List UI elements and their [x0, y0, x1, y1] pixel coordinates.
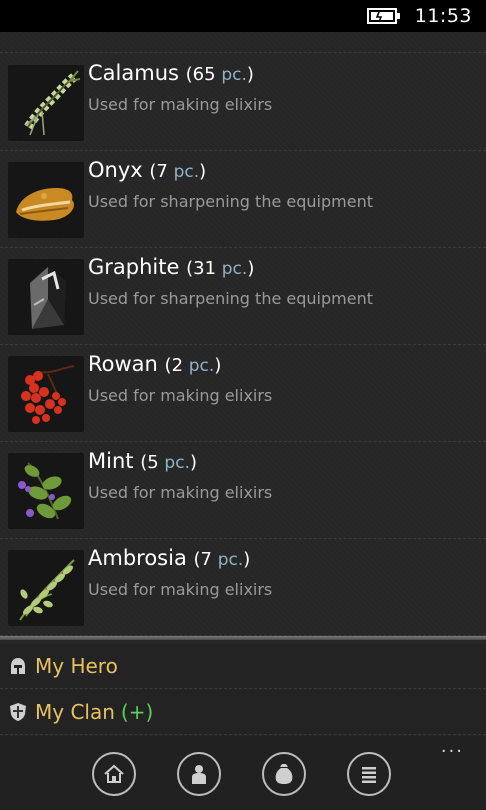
- item-name: Rowan: [88, 352, 158, 376]
- item-count: 7: [200, 549, 212, 570]
- menu-my-clan-badge: (+): [120, 700, 154, 724]
- app-bar: ...: [0, 736, 486, 810]
- more-options-button[interactable]: ...: [441, 738, 464, 756]
- menu-button[interactable]: [347, 752, 391, 796]
- hero-button[interactable]: [177, 752, 221, 796]
- item-description: Used for sharpening the equipment: [88, 192, 373, 211]
- ambrosia-icon: [8, 550, 84, 626]
- onyx-icon: [8, 162, 84, 238]
- person-icon: [192, 765, 206, 784]
- inventory-list: Calamus (65 pc.) Used for making elixirs…: [0, 32, 486, 636]
- item-description: Used for making elixirs: [88, 95, 273, 114]
- rowan-icon: [8, 356, 84, 432]
- section-separator: [0, 636, 486, 640]
- item-unit: pc.: [217, 550, 244, 570]
- item-description: Used for sharpening the equipment: [88, 289, 373, 308]
- list-item-rowan[interactable]: Rowan (2 pc.) Used for making elixirs: [0, 344, 486, 442]
- item-count-wrapper: (5 pc.): [140, 452, 197, 473]
- item-count-wrapper: (7 pc.): [149, 161, 207, 182]
- menu-my-clan[interactable]: My Clan (+): [0, 690, 486, 735]
- item-count: 7: [156, 161, 168, 182]
- item-count-wrapper: (31 pc.): [186, 258, 255, 279]
- item-count-wrapper: (7 pc.): [193, 549, 251, 570]
- helmet-icon: [11, 658, 25, 674]
- item-name: Graphite: [88, 255, 180, 279]
- item-unit: pc.: [221, 65, 247, 85]
- calamus-icon: [8, 65, 84, 141]
- bag-icon: [275, 764, 293, 784]
- item-name: Mint: [88, 449, 134, 473]
- item-description: Used for making elixirs: [88, 483, 273, 502]
- list-item-calamus[interactable]: Calamus (65 pc.) Used for making elixirs: [0, 53, 486, 151]
- home-button[interactable]: [92, 752, 136, 796]
- status-time: 11:53: [414, 5, 472, 27]
- item-unit: pc.: [188, 356, 215, 376]
- item-count: 2: [171, 355, 184, 376]
- item-count-wrapper: (2 pc.): [164, 355, 222, 376]
- item-count-wrapper: (65 pc.): [185, 64, 254, 85]
- bag-button[interactable]: [262, 752, 306, 796]
- home-icon: [104, 764, 124, 783]
- mint-icon: [8, 453, 84, 529]
- item-count: 5: [147, 452, 159, 473]
- graphite-icon: [8, 259, 84, 335]
- status-bar: 11:53: [0, 0, 486, 32]
- item-unit: pc.: [164, 453, 190, 473]
- list-item-graphite[interactable]: Graphite (31 pc.) Used for sharpening th…: [0, 247, 486, 345]
- item-unit: pc.: [221, 259, 248, 279]
- item-name: Calamus: [88, 61, 179, 85]
- list-item-ambrosia[interactable]: Ambrosia (7 pc.) Used for making elixirs: [0, 538, 486, 636]
- item-description: Used for making elixirs: [88, 580, 273, 599]
- menu-my-clan-label: My Clan: [35, 700, 115, 724]
- list-item-onyx[interactable]: Onyx (7 pc.) Used for sharpening the equ…: [0, 150, 486, 248]
- battery-charging-icon: [366, 8, 401, 24]
- list-item-mint[interactable]: Mint (5 pc.) Used for making elixirs: [0, 441, 486, 539]
- item-name: Ambrosia: [88, 546, 187, 570]
- item-unit: pc.: [173, 162, 200, 182]
- item-name: Onyx: [88, 158, 143, 182]
- item-count: 65: [192, 64, 216, 85]
- menu-my-hero-label: My Hero: [35, 654, 118, 678]
- list-icon: [362, 767, 376, 783]
- item-count: 31: [193, 258, 217, 279]
- item-description: Used for making elixirs: [88, 386, 273, 405]
- clan-shield-icon: [10, 703, 26, 721]
- menu-my-hero[interactable]: My Hero: [0, 644, 486, 689]
